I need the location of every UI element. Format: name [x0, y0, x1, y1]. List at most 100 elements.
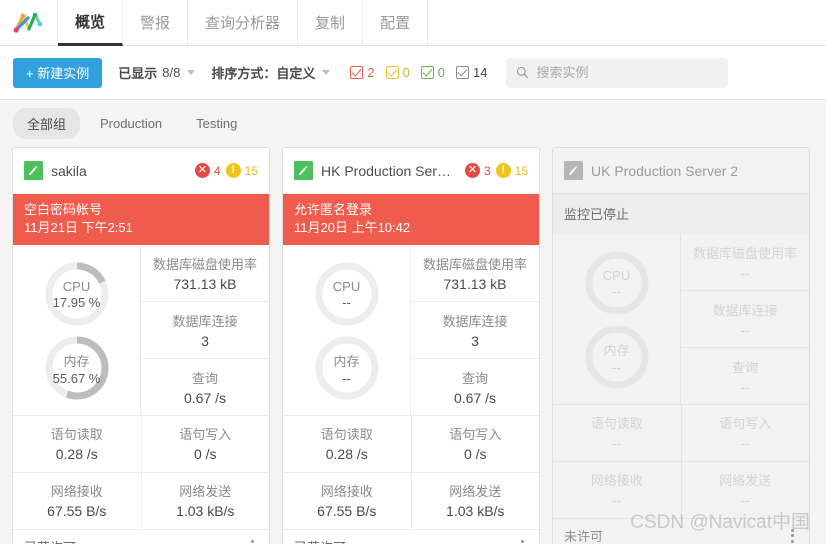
alert-date: 11月20日 上午10:42 — [294, 219, 411, 235]
stat-column: 数据库磁盘使用率 -- 数据库连接 -- 查询 -- — [681, 234, 809, 404]
mysql-db-icon — [24, 161, 43, 180]
stat-statement-read: 语句读取 0.28 /s — [13, 416, 141, 472]
stat-label: 语句写入 — [179, 427, 232, 443]
nav-tab-alerts[interactable]: 警报 — [123, 0, 189, 45]
navicat-logo-icon — [13, 12, 42, 33]
card-badges: ✕ 3 ! 15 — [464, 163, 528, 178]
stat-label: 查询 — [461, 371, 488, 387]
instance-card[interactable]: UK Production Server 2 监控已停止 CPU -- 内存 -… — [552, 147, 810, 544]
stat-value: 67.55 B/s — [317, 503, 377, 520]
warning-circle-icon: ! — [225, 163, 241, 178]
nav-tab-settings[interactable]: 配置 — [363, 0, 429, 45]
group-tab-production[interactable]: Production — [86, 110, 176, 137]
counter-ok-value: 0 — [437, 65, 446, 80]
stat-value: 0 /s — [463, 446, 487, 463]
nav-tab-replication[interactable]: 复制 — [298, 0, 364, 45]
cpu-gauge-label: CPU — [62, 278, 91, 294]
stat-network-send: 网络发送 1.03 kB/s — [140, 473, 270, 530]
checkbox-warning-icon[interactable] — [385, 66, 399, 79]
stat-label: 网络接收 — [320, 484, 373, 500]
group-tab-testing[interactable]: Testing — [182, 110, 251, 137]
memory-gauge-label: 内存 — [603, 342, 630, 358]
stat-column: 数据库磁盘使用率 731.13 kB 数据库连接 3 查询 0.67 /s — [411, 245, 539, 415]
nav-tab-label: 配置 — [380, 15, 411, 32]
app-window: 概览 警报 查询分析器 复制 配置 + 新建实例 已显示 8/8 排序方式：自定… — [0, 0, 826, 544]
counter-critical[interactable]: 2 — [350, 65, 375, 80]
stat-network-send: 网络发送 -- — [680, 462, 810, 518]
nav-tab-query-analyzer[interactable]: 查询分析器 — [188, 0, 299, 45]
cpu-gauge: CPU -- — [581, 247, 653, 319]
nav-tab-label: 复制 — [315, 15, 346, 32]
error-circle-icon: ✕ — [194, 163, 210, 178]
group-tab-all[interactable]: 全部组 — [13, 108, 81, 139]
license-status: 未许可 — [564, 529, 604, 544]
stat-label: 网络接收 — [590, 473, 643, 488]
instance-card-grid: sakila ✕ 4 ! 15 空白密码帐号 11月21日 下午2:51 CPU… — [0, 147, 826, 544]
more-options-icon[interactable] — [787, 525, 798, 544]
stat-value: 1.03 kB/s — [446, 503, 505, 520]
more-options-icon[interactable] — [517, 536, 528, 544]
shown-count-dropdown[interactable]: 已显示 8/8 — [118, 63, 196, 82]
counter-warning-value: 0 — [402, 65, 410, 80]
cpu-gauge-value: -- — [342, 294, 351, 310]
memory-gauge-value: -- — [342, 370, 351, 386]
stat-label: 语句读取 — [590, 416, 643, 431]
card-footer: 未许可 — [553, 518, 809, 544]
stat-label: 数据库磁盘使用率 — [422, 257, 527, 273]
new-instance-button[interactable]: + 新建实例 — [13, 57, 103, 88]
checkbox-other-icon[interactable] — [456, 66, 470, 79]
db-icon-disabled — [564, 161, 583, 180]
nav-tab-label: 警报 — [140, 15, 171, 32]
statement-row: 语句读取 -- 语句写入 -- — [553, 404, 809, 461]
stat-value: 3 — [471, 333, 479, 350]
network-row: 网络接收 67.55 B/s 网络发送 1.03 kB/s — [13, 472, 270, 530]
stat-disk-usage: 数据库磁盘使用率 -- — [681, 234, 809, 291]
stat-network-recv: 网络接收 -- — [553, 462, 681, 518]
card-alert-banner[interactable]: 允许匿名登录 11月20日 上午10:42 — [283, 194, 539, 246]
network-row: 网络接收 67.55 B/s 网络发送 1.03 kB/s — [283, 472, 539, 530]
search-icon — [516, 66, 528, 79]
statement-row: 语句读取 0.28 /s 语句写入 0 /s — [283, 415, 539, 473]
badge-error-count: 3 — [483, 163, 491, 178]
search-input[interactable] — [536, 65, 718, 80]
checkbox-critical-icon[interactable] — [350, 66, 364, 79]
stat-value: -- — [740, 435, 750, 451]
stat-statement-write: 语句写入 -- — [680, 405, 810, 461]
badge-warning-count: 15 — [514, 163, 528, 178]
memory-gauge-label: 内存 — [333, 353, 360, 369]
stat-label: 数据库磁盘使用率 — [692, 246, 797, 261]
stat-value: -- — [612, 492, 622, 508]
stat-value: 3 — [201, 333, 209, 350]
badge-warning-group[interactable]: ! 15 — [495, 163, 528, 178]
sort-dropdown[interactable]: 排序方式：自定义 — [211, 63, 331, 82]
stat-disk-usage: 数据库磁盘使用率 731.13 kB — [411, 245, 539, 303]
badge-error-group[interactable]: ✕ 3 — [464, 163, 491, 178]
stat-value: 0.67 /s — [453, 390, 497, 407]
counter-ok[interactable]: 0 — [420, 65, 446, 80]
badge-error-group[interactable]: ✕ 4 — [194, 163, 221, 178]
memory-gauge: 内存 55.67 % — [41, 332, 113, 404]
stat-value: -- — [740, 492, 750, 508]
checkbox-ok-icon[interactable] — [420, 66, 434, 79]
cpu-gauge: CPU 17.95 % — [41, 258, 113, 330]
shown-value: 8/8 — [162, 65, 181, 80]
search-box[interactable] — [505, 57, 728, 88]
nav-tab-overview[interactable]: 概览 — [58, 0, 124, 46]
chevron-down-icon — [187, 70, 196, 75]
top-navigation: 概览 警报 查询分析器 复制 配置 — [0, 0, 826, 46]
card-status-banner: 监控已停止 — [553, 194, 809, 234]
badge-error-count: 4 — [213, 163, 221, 178]
badge-warning-group[interactable]: ! 15 — [225, 163, 258, 178]
instance-card[interactable]: sakila ✕ 4 ! 15 空白密码帐号 11月21日 下午2:51 CPU… — [12, 147, 270, 544]
memory-gauge: 内存 -- — [311, 332, 383, 404]
card-alert-banner[interactable]: 空白密码帐号 11月21日 下午2:51 — [13, 194, 269, 246]
counter-other[interactable]: 14 — [456, 65, 488, 80]
cpu-gauge: CPU -- — [311, 258, 383, 330]
card-metrics: CPU -- 内存 -- — [553, 234, 809, 404]
stat-label: 数据库磁盘使用率 — [152, 257, 257, 273]
shown-label: 已显示 — [118, 66, 158, 81]
more-options-icon[interactable] — [247, 536, 258, 544]
counter-warning[interactable]: 0 — [385, 65, 410, 80]
instance-card[interactable]: HK Production Serve... ✕ 3 ! 15 允许匿名登录 1… — [282, 147, 540, 544]
warning-circle-icon: ! — [495, 163, 511, 178]
